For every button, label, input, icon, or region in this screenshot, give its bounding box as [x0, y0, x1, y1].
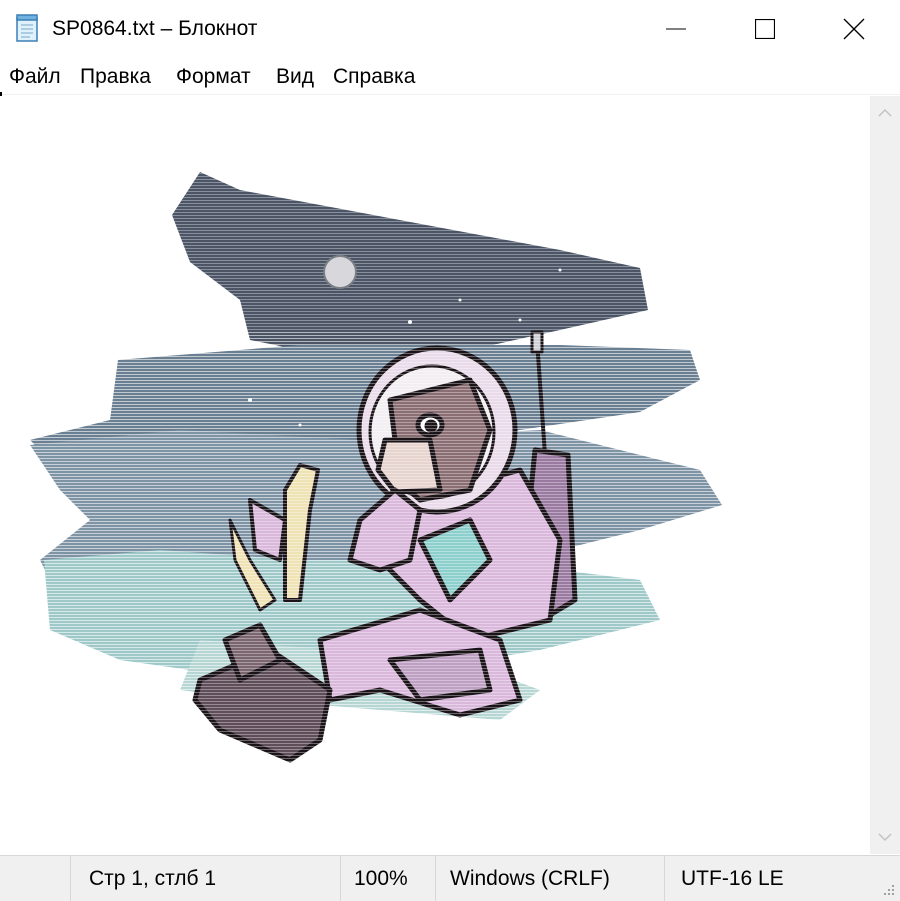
title-bar[interactable]: SP0864.txt – Блокнот [0, 0, 900, 58]
menu-help[interactable]: Справка [331, 64, 417, 90]
status-separator [340, 856, 341, 901]
minimize-button[interactable] [630, 0, 722, 58]
menu-file[interactable]: Файл [7, 64, 63, 90]
zoom-level: 100% [354, 867, 408, 890]
status-separator [664, 856, 665, 901]
menu-bar: Файл Правка Формат Вид Справка [0, 60, 900, 95]
status-bar: Стр 1, стлб 1 100% Windows (CRLF) UTF-16… [0, 855, 900, 901]
chevron-down-icon [878, 833, 892, 842]
resize-grip-icon[interactable] [882, 883, 896, 897]
notepad-icon [16, 14, 38, 42]
menu-format[interactable]: Формат [174, 64, 253, 90]
minimize-icon [666, 28, 686, 30]
status-separator [435, 856, 436, 901]
close-button[interactable] [808, 0, 900, 58]
menu-view[interactable]: Вид [274, 64, 316, 90]
maximize-icon [755, 19, 775, 39]
scroll-up-button[interactable] [870, 96, 900, 130]
scroll-down-button[interactable] [870, 820, 900, 854]
chevron-up-icon [878, 108, 892, 117]
maximize-button[interactable] [719, 0, 811, 58]
text-editor[interactable] [0, 96, 870, 854]
ascii-art-illustration [20, 160, 740, 770]
cursor-position: Стр 1, стлб 1 [89, 867, 217, 890]
vertical-scrollbar[interactable] [870, 96, 900, 854]
astronaut-monkey [20, 330, 720, 770]
status-separator [70, 856, 71, 901]
encoding: UTF-16 LE [681, 867, 784, 890]
close-icon [843, 18, 865, 40]
window-title: SP0864.txt – Блокнот [52, 17, 258, 40]
menu-edit[interactable]: Правка [78, 64, 153, 90]
line-endings: Windows (CRLF) [450, 867, 610, 890]
